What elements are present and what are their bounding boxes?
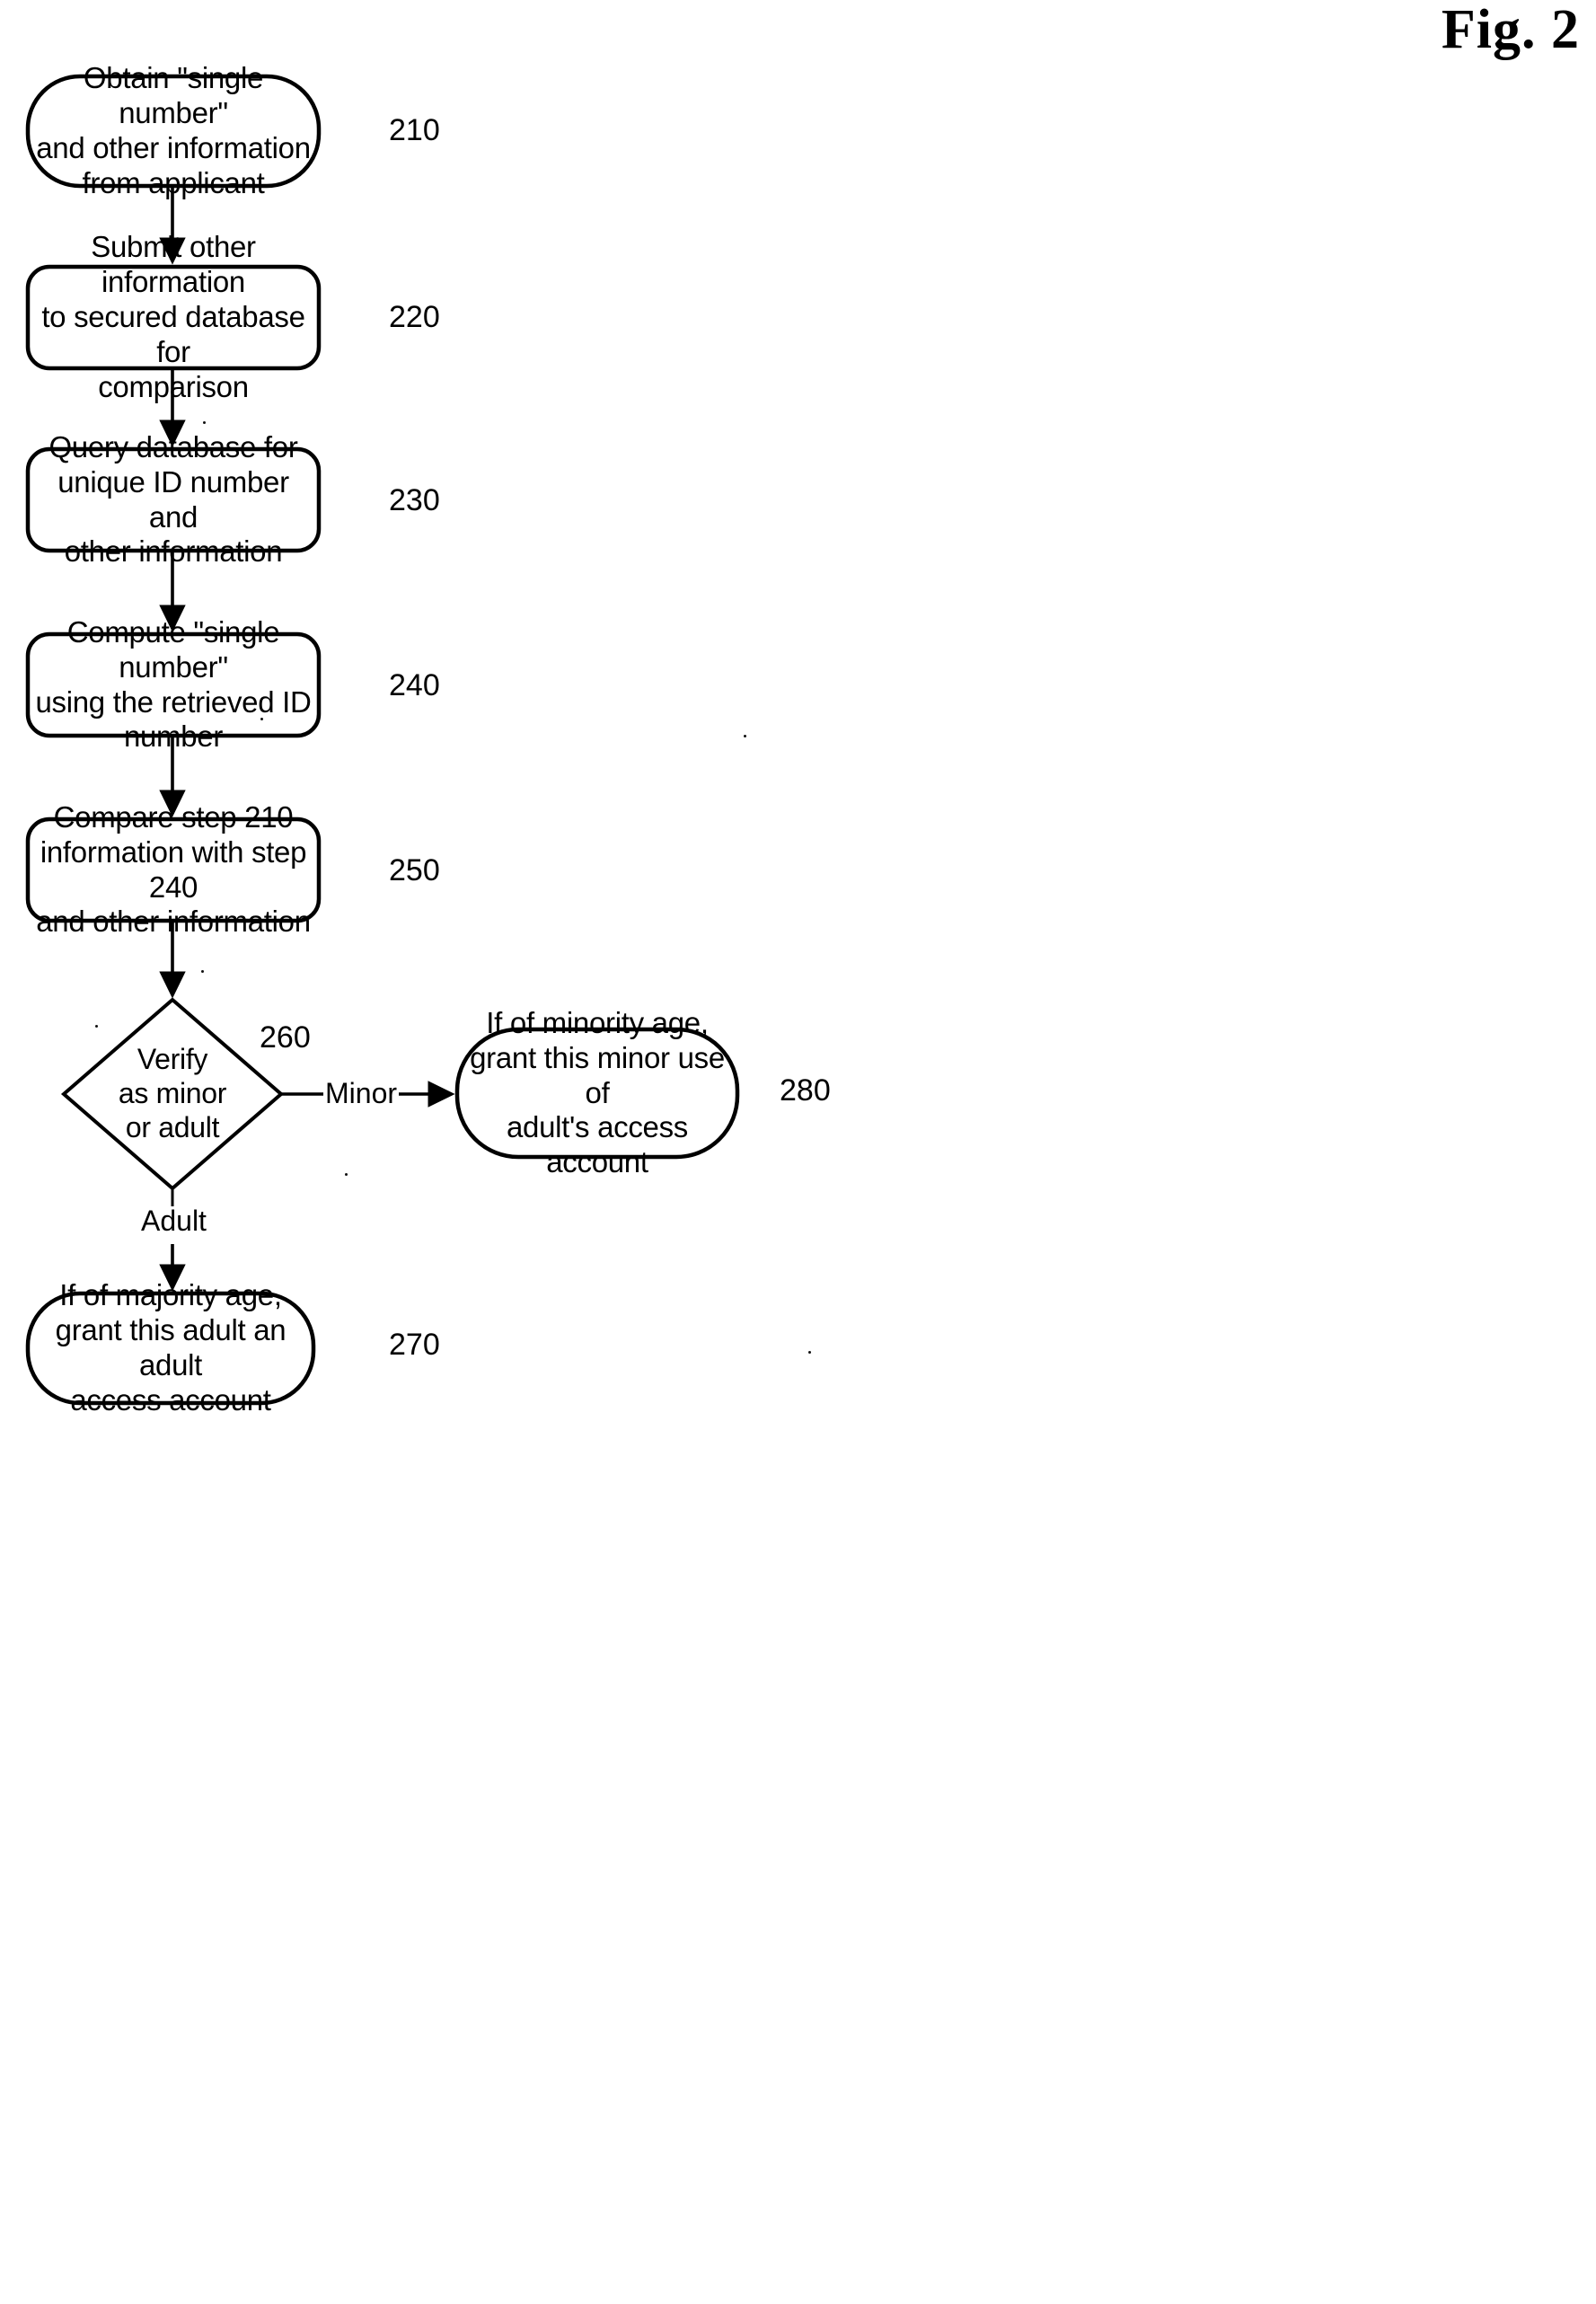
node-label-260: Verify as minor or adult: [118, 1043, 227, 1143]
scan-speck: [345, 1173, 348, 1176]
node-label-250: Compare step 210 information with step 2…: [36, 799, 311, 939]
ref-numeral-250: 250: [389, 853, 440, 887]
node-label-220: Submit other information to secured data…: [41, 230, 305, 403]
node-label-270: If of majority age, grant this adult an …: [55, 1278, 287, 1417]
scan-speck: [95, 1025, 98, 1028]
edge-label-adult: Adult: [139, 1205, 208, 1237]
node-label-280: If of minority age, grant this minor use…: [470, 1005, 725, 1179]
ref-numeral-270: 270: [389, 1328, 440, 1362]
ref-numeral-210: 210: [389, 113, 440, 147]
node-label-210: Obtain "single number" and other informa…: [36, 61, 311, 199]
edge-label-minor: Minor: [323, 1077, 400, 1109]
ref-numeral-220: 220: [389, 300, 440, 334]
scan-speck: [744, 735, 746, 737]
ref-numeral-240: 240: [389, 668, 440, 702]
scan-speck: [201, 970, 204, 973]
node-label-240: Compute "single number" using the retrie…: [35, 614, 312, 754]
scan-speck: [203, 421, 206, 424]
figure-page: Fig. 2 Obtain "single number" and other …: [0, 0, 1596, 2304]
scan-speck: [808, 1351, 811, 1354]
ref-numeral-280: 280: [780, 1073, 831, 1108]
ref-numeral-260: 260: [260, 1020, 311, 1055]
ref-numeral-230: 230: [389, 483, 440, 517]
node-label-230: Query database for unique ID number and …: [48, 429, 298, 569]
scan-speck: [260, 718, 263, 720]
